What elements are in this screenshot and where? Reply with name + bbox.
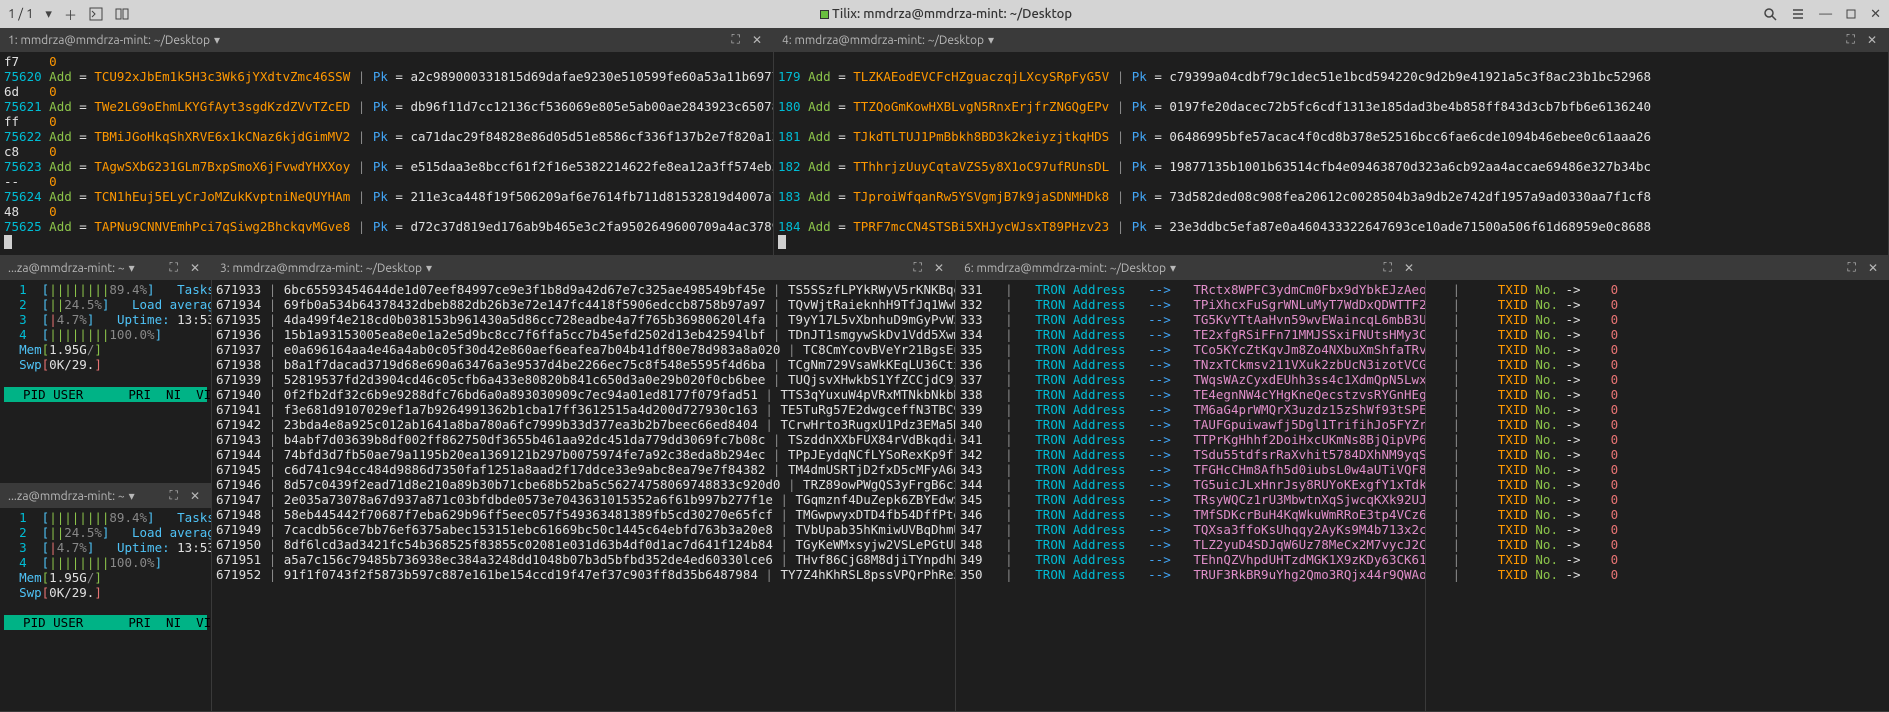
- terminal-pane-3[interactable]: 3: mmdrza@mmdrza-mint: ~/Desktop ▾ ⛶ ✕ 6…: [212, 256, 956, 712]
- close-pane-icon[interactable]: ✕: [1401, 261, 1417, 275]
- terminal-pane-7[interactable]: ⛶ ✕ | TXID No. -> 0 | TXID No. -> 0 | TX…: [1426, 256, 1889, 712]
- pane-title: 6: mmdrza@mmdrza-mint: ~/Desktop: [964, 262, 1166, 275]
- window-titlebar: 1 / 1 ▾ ＋ Tilix: mmdrza@mmdrza-mint: ~/D…: [0, 0, 1889, 28]
- maximize-pane-icon[interactable]: ⛶: [729, 33, 743, 47]
- htop-header: PID USER PRI NI VIRT: [4, 615, 207, 630]
- pane-header: 4: mmdrza@mmdrza-mint: ~/Desktop ▾ ⛶ ✕: [774, 28, 1888, 52]
- terminal-pane-6[interactable]: 6: mmdrza@mmdrza-mint: ~/Desktop ▾ ⛶ ✕ 3…: [956, 256, 1426, 712]
- close-pane-icon[interactable]: ✕: [1864, 33, 1880, 47]
- close-pane-icon[interactable]: ✕: [1865, 261, 1881, 275]
- window-title: Tilix: mmdrza@mmdrza-mint: ~/Desktop: [832, 7, 1072, 21]
- pane-header: ...za@mmdrza-mint: ~ ▾ ⛶ ✕: [0, 484, 211, 508]
- search-icon[interactable]: [1763, 7, 1777, 21]
- close-pane-icon[interactable]: ✕: [749, 33, 765, 47]
- terminal-pane-2[interactable]: ...za@mmdrza-mint: ~ ▾ ⛶ ✕ 1 [||||||||89…: [0, 256, 212, 484]
- maximize-pane-icon[interactable]: ⛶: [1845, 261, 1859, 275]
- pane-title: 1: mmdrza@mmdrza-mint: ~/Desktop: [8, 34, 210, 47]
- close-icon[interactable]: ✕: [1870, 7, 1881, 22]
- maximize-pane-icon[interactable]: ⛶: [167, 489, 181, 503]
- chevron-down-icon[interactable]: ▾: [1170, 261, 1176, 275]
- pane-header: ⛶ ✕: [1426, 256, 1889, 280]
- maximize-pane-icon[interactable]: ⛶: [911, 261, 925, 275]
- close-pane-icon[interactable]: ✕: [931, 261, 947, 275]
- terminal-pane-1[interactable]: 1: mmdrza@mmdrza-mint: ~/Desktop ▾ ⛶ ✕ f…: [0, 28, 774, 256]
- sync-input-icon[interactable]: [115, 7, 129, 21]
- pane-header: 6: mmdrza@mmdrza-mint: ~/Desktop ▾ ⛶ ✕: [956, 256, 1425, 280]
- session-counter: 1 / 1: [8, 7, 33, 21]
- close-pane-icon[interactable]: ✕: [187, 261, 203, 275]
- maximize-pane-icon[interactable]: ⛶: [1381, 261, 1395, 275]
- chevron-down-icon[interactable]: ▾: [45, 7, 52, 22]
- minimize-icon[interactable]: —: [1819, 7, 1832, 21]
- menu-icon[interactable]: [1791, 7, 1805, 21]
- maximize-icon[interactable]: [1846, 9, 1856, 19]
- htop-header: PID USER PRI NI VIRT: [4, 387, 207, 402]
- chevron-down-icon[interactable]: ▾: [129, 489, 135, 503]
- close-pane-icon[interactable]: ✕: [187, 489, 203, 503]
- pane-header: 3: mmdrza@mmdrza-mint: ~/Desktop ▾ ⛶ ✕: [212, 256, 955, 280]
- terminal-cursor: [4, 235, 12, 249]
- pane-title: 3: mmdrza@mmdrza-mint: ~/Desktop: [220, 262, 422, 275]
- new-terminal-icon[interactable]: [89, 7, 103, 21]
- activity-indicator-icon: [820, 10, 829, 19]
- chevron-down-icon[interactable]: ▾: [426, 261, 432, 275]
- add-session-icon[interactable]: ＋: [64, 5, 77, 24]
- terminal-cursor: [778, 235, 786, 249]
- terminal-pane-5[interactable]: ...za@mmdrza-mint: ~ ▾ ⛶ ✕ 1 [||||||||89…: [0, 484, 212, 712]
- pane-title: ...za@mmdrza-mint: ~: [8, 490, 125, 503]
- maximize-pane-icon[interactable]: ⛶: [1844, 33, 1858, 47]
- chevron-down-icon[interactable]: ▾: [129, 261, 135, 275]
- pane-title: 4: mmdrza@mmdrza-mint: ~/Desktop: [782, 34, 984, 47]
- chevron-down-icon[interactable]: ▾: [988, 33, 994, 47]
- maximize-pane-icon[interactable]: ⛶: [167, 261, 181, 275]
- pane-header: ...za@mmdrza-mint: ~ ▾ ⛶ ✕: [0, 256, 211, 280]
- pane-header: 1: mmdrza@mmdrza-mint: ~/Desktop ▾ ⛶ ✕: [0, 28, 773, 52]
- pane-title: ...za@mmdrza-mint: ~: [8, 262, 125, 275]
- chevron-down-icon[interactable]: ▾: [214, 33, 220, 47]
- terminal-pane-4[interactable]: 4: mmdrza@mmdrza-mint: ~/Desktop ▾ ⛶ ✕ 1…: [774, 28, 1889, 256]
